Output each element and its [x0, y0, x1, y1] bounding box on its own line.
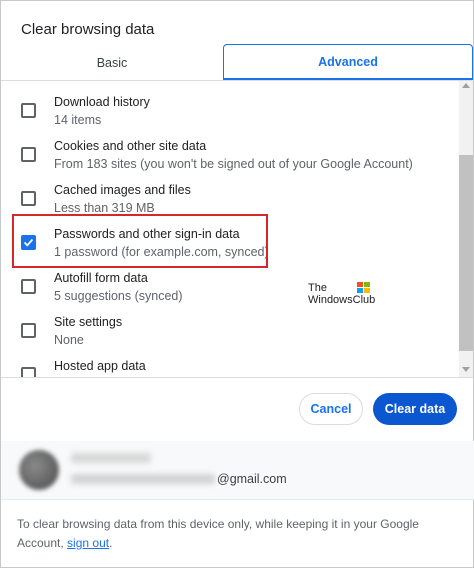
item-sub: From 183 sites (you won't be signed out …: [54, 157, 413, 171]
scroll-down-arrow-icon[interactable]: [462, 367, 470, 372]
autofill-checkbox[interactable]: [21, 279, 36, 294]
account-email-suffix: @gmail.com: [217, 472, 287, 486]
list-item-hosted-app-data[interactable]: Hosted app data: [1, 355, 459, 377]
windows-logo-icon: [357, 282, 370, 293]
item-label: Autofill form data: [54, 271, 148, 285]
cancel-button[interactable]: Cancel: [299, 393, 363, 425]
list-divider: [1, 377, 474, 378]
item-sub: 5 suggestions (synced): [54, 289, 183, 303]
site-settings-checkbox[interactable]: [21, 323, 36, 338]
item-label: Cached images and files: [54, 183, 191, 197]
cached-images-checkbox[interactable]: [21, 191, 36, 206]
item-sub: None: [54, 333, 84, 347]
tab-advanced[interactable]: Advanced: [223, 44, 473, 81]
list-item-autofill[interactable]: Autofill form data 5 suggestions (synced…: [1, 267, 459, 311]
blurred-email-prefix: [71, 474, 215, 484]
download-history-checkbox[interactable]: [21, 103, 36, 118]
item-label: Hosted app data: [54, 359, 146, 373]
avatar: [19, 450, 59, 490]
highlight-box: [12, 214, 268, 268]
list-item-download-history[interactable]: Download history 14 items: [1, 91, 459, 135]
item-sub: Less than 319 MB: [54, 201, 155, 215]
item-sub: 14 items: [54, 113, 102, 127]
tab-bar: Basic Advanced: [1, 44, 474, 81]
blurred-account-name: [71, 453, 151, 463]
item-label: Download history: [54, 95, 150, 109]
clear-browsing-data-dialog: Clear browsing data Basic Advanced Downl…: [0, 0, 474, 568]
watermark-line2: WindowsClub: [308, 294, 376, 306]
item-label: Cookies and other site data: [54, 139, 207, 153]
list-item-site-settings[interactable]: Site settings None: [1, 311, 459, 355]
tab-basic[interactable]: Basic: [1, 44, 223, 81]
dialog-title: Clear browsing data: [21, 21, 155, 38]
sign-out-link[interactable]: sign out: [67, 536, 109, 550]
scroll-thumb[interactable]: [459, 155, 473, 351]
account-section: [1, 441, 474, 499]
hosted-app-data-checkbox[interactable]: [21, 367, 36, 377]
footer-note: To clear browsing data from this device …: [17, 515, 457, 553]
item-label: Site settings: [54, 315, 123, 329]
list-item-cookies[interactable]: Cookies and other site data From 183 sit…: [1, 135, 459, 179]
clear-data-button[interactable]: Clear data: [373, 393, 457, 425]
cookies-checkbox[interactable]: [21, 147, 36, 162]
footer-end: .: [109, 536, 113, 550]
footer-divider: [1, 499, 474, 500]
scroll-up-arrow-icon[interactable]: [462, 83, 470, 88]
list-scrollbar[interactable]: [459, 81, 473, 377]
